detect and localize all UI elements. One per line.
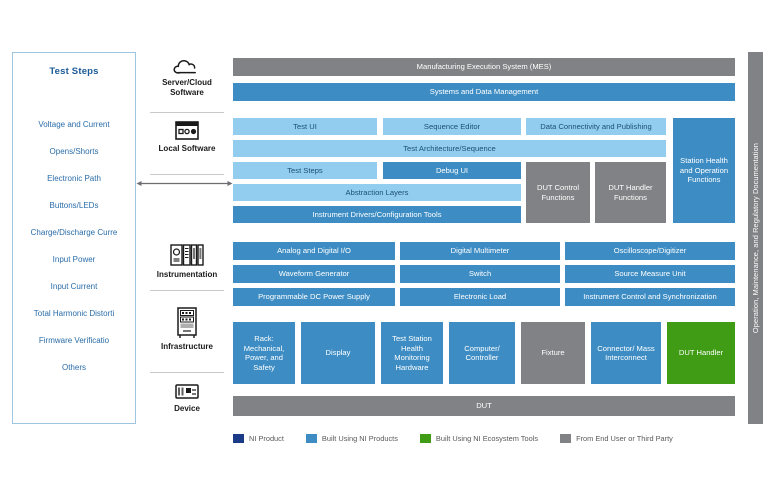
- box-data-connectivity-and-publishing[interactable]: Data Connectivity and Publishing: [526, 118, 666, 135]
- legend-swatch: [560, 433, 572, 443]
- box-mes[interactable]: Manufacturing Execution System (MES): [233, 58, 735, 76]
- box-systems-and-data-management[interactable]: Systems and Data Management: [233, 83, 735, 101]
- box-test-ui[interactable]: Test UI: [233, 118, 377, 135]
- application-window-icon: [146, 120, 228, 142]
- layer-label: Local Software: [158, 144, 216, 153]
- cloud-icon: [146, 58, 228, 76]
- legend-label: Built Using NI Ecosystem Tools: [435, 433, 539, 443]
- legend: NI Product Built Using NI Products Built…: [233, 430, 735, 446]
- divider: [150, 290, 224, 291]
- box-analog-and-digital-io[interactable]: Analog and Digital I/O: [233, 242, 395, 260]
- list-item: Input Current: [50, 281, 98, 291]
- architecture-diagram: Test Steps Voltage and Current Opens/Sho…: [0, 0, 765, 500]
- box-dut-handler-infrastructure[interactable]: DUT Handler: [667, 322, 735, 384]
- layer-label: Instrumentation: [156, 270, 218, 279]
- box-station-health-and-operation-functions[interactable]: Station Health and Operation Functions: [673, 118, 735, 223]
- box-connector-mass-interconnect[interactable]: Connector/ Mass Interconnect: [591, 322, 661, 384]
- instrument-modules-icon: [146, 242, 228, 268]
- layer-label: Device: [174, 404, 200, 413]
- box-sequence-editor[interactable]: Sequence Editor: [383, 118, 521, 135]
- list-item: Opens/Shorts: [49, 146, 99, 156]
- legend-item-ni-product: NI Product: [233, 433, 284, 443]
- legend-label: From End User or Third Party: [576, 433, 673, 443]
- layer-infrastructure: Infrastructure: [146, 306, 228, 352]
- box-instrument-drivers-configuration-tools[interactable]: Instrument Drivers/Configuration Tools: [233, 206, 521, 223]
- box-dut-control-functions[interactable]: DUT Control Functions: [526, 162, 590, 223]
- list-item: Voltage and Current: [38, 119, 110, 129]
- list-item: Total Harmonic Distorti: [33, 308, 115, 318]
- test-steps-list: Voltage and Current Opens/Shorts Electro…: [13, 111, 135, 381]
- box-digital-multimeter[interactable]: Digital Multimeter: [400, 242, 560, 260]
- box-waveform-generator[interactable]: Waveform Generator: [233, 265, 395, 283]
- list-item: Electronic Path: [47, 173, 101, 183]
- legend-item-from-end-user-or-third-party: From End User or Third Party: [560, 433, 673, 443]
- box-abstraction-layers[interactable]: Abstraction Layers: [233, 184, 521, 201]
- server-rack-icon: [146, 306, 228, 340]
- legend-item-built-using-ni-ecosystem-tools: Built Using NI Ecosystem Tools: [419, 433, 539, 443]
- box-test-station-health-monitoring-hardware[interactable]: Test Station Health Monitoring Hardware: [381, 322, 443, 384]
- legend-swatch: [305, 433, 317, 443]
- legend-label: NI Product: [249, 433, 284, 443]
- box-instrument-control-and-synchronization[interactable]: Instrument Control and Synchronization: [565, 288, 735, 306]
- box-dut[interactable]: DUT: [233, 396, 735, 416]
- list-item: Charge/Discharge Curre: [30, 227, 118, 237]
- list-item: Input Power: [52, 254, 96, 264]
- divider: [150, 372, 224, 373]
- box-rack-mechanical-power-and-safety[interactable]: Rack: Mechanical, Power, and Safety: [233, 322, 295, 384]
- box-switch[interactable]: Switch: [400, 265, 560, 283]
- vertical-bar-label: Operation, Maintenance, and Regulatory D…: [751, 142, 760, 334]
- box-dut-handler-functions[interactable]: DUT Handler Functions: [595, 162, 666, 223]
- box-fixture[interactable]: Fixture: [521, 322, 585, 384]
- layer-local-software: Local Software: [146, 120, 228, 154]
- box-display[interactable]: Display: [301, 322, 375, 384]
- box-test-steps[interactable]: Test Steps: [233, 162, 377, 179]
- test-steps-panel-title: Test Steps: [49, 66, 99, 77]
- box-oscilloscope-digitizer[interactable]: Oscilloscope/Digitizer: [565, 242, 735, 260]
- box-computer-controller[interactable]: Computer/ Controller: [449, 322, 515, 384]
- box-test-architecture-sequence[interactable]: Test Architecture/Sequence: [233, 140, 666, 157]
- test-steps-panel: Test Steps Voltage and Current Opens/Sho…: [12, 52, 136, 424]
- vertical-documentation-bar: Operation, Maintenance, and Regulatory D…: [748, 52, 763, 424]
- list-item: Others: [61, 362, 86, 372]
- layer-server-cloud-software: Server/Cloud Software: [146, 58, 228, 98]
- box-programmable-dc-power-supply[interactable]: Programmable DC Power Supply: [233, 288, 395, 306]
- layer-label: Server/Cloud: [162, 78, 212, 87]
- legend-item-built-using-ni-products: Built Using NI Products: [305, 433, 398, 443]
- divider: [150, 112, 224, 113]
- box-source-measure-unit[interactable]: Source Measure Unit: [565, 265, 735, 283]
- layer-label-line2: Software: [170, 88, 204, 97]
- legend-swatch: [419, 433, 431, 443]
- list-item: Buttons/LEDs: [49, 200, 99, 210]
- box-debug-ui[interactable]: Debug UI: [383, 162, 521, 179]
- layer-label: Infrastructure: [160, 342, 213, 351]
- circuit-board-icon: [146, 382, 228, 402]
- layer-instrumentation: Instrumentation: [146, 242, 228, 280]
- layer-device: Device: [146, 382, 228, 414]
- legend-swatch: [233, 433, 244, 443]
- main-stack: Manufacturing Execution System (MES) Sys…: [233, 52, 735, 424]
- list-item: Firmware Verificatio: [38, 335, 110, 345]
- layer-icon-column: Server/Cloud Software Local Software Ins…: [146, 52, 228, 424]
- connector-arrow: [136, 175, 233, 186]
- box-electronic-load[interactable]: Electronic Load: [400, 288, 560, 306]
- legend-label: Built Using NI Products: [321, 433, 398, 443]
